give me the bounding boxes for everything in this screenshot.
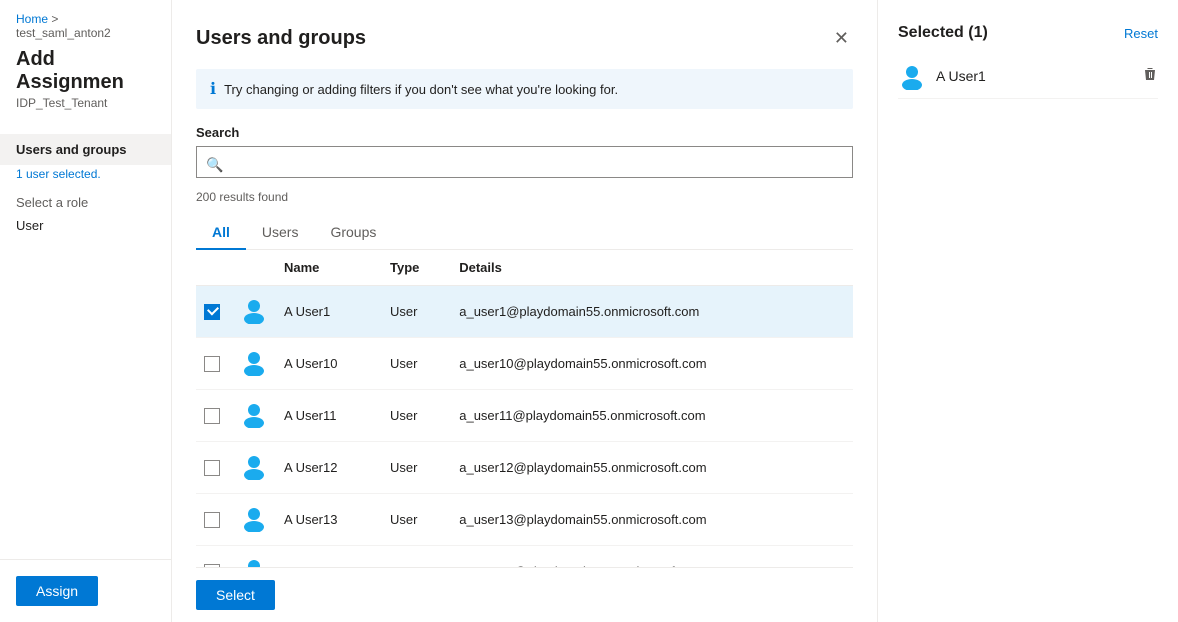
row-checkbox-cell[interactable]: [196, 286, 232, 338]
row-email: a_user11@playdomain55.onmicrosoft.com: [451, 390, 853, 442]
breadcrumb-home[interactable]: Home: [16, 12, 48, 26]
select-button[interactable]: Select: [196, 580, 275, 610]
row-checkbox[interactable]: [204, 408, 220, 424]
col-name: Name: [276, 250, 382, 286]
selected-users-list: A User1: [898, 54, 1158, 99]
trash-icon: [1142, 66, 1158, 82]
selected-title: Selected (1): [898, 24, 988, 42]
row-avatar-cell: [232, 390, 276, 442]
row-name: A User11: [276, 390, 382, 442]
row-email: a_user12@playdomain55.onmicrosoft.com: [451, 442, 853, 494]
modal-main: Users and groups ✕ ℹ Try changing or add…: [172, 0, 878, 622]
row-type: User: [382, 546, 451, 568]
tabs: All Users Groups: [196, 216, 853, 250]
user-avatar-icon: [898, 62, 926, 90]
row-checkbox-cell[interactable]: [196, 442, 232, 494]
row-checkbox[interactable]: [204, 356, 220, 372]
row-checkbox[interactable]: [204, 460, 220, 476]
reset-button[interactable]: Reset: [1124, 26, 1158, 41]
row-name: A User12: [276, 442, 382, 494]
remove-selected-user-button[interactable]: [1142, 66, 1158, 87]
table-row[interactable]: A User14 User a_user14@playdomain55.onmi…: [196, 546, 853, 568]
row-avatar-cell: [232, 494, 276, 546]
row-checkbox[interactable]: [204, 564, 220, 567]
sidebar-item-users-groups[interactable]: Users and groups: [0, 134, 171, 165]
tab-users[interactable]: Users: [246, 216, 315, 250]
row-avatar-cell: [232, 442, 276, 494]
user-avatar-icon: [240, 400, 268, 428]
row-type: User: [382, 442, 451, 494]
modal-title: Users and groups: [196, 27, 366, 50]
user-avatar-icon: [240, 452, 268, 480]
row-type: User: [382, 286, 451, 338]
col-checkbox: [196, 250, 232, 286]
tab-all[interactable]: All: [196, 216, 246, 250]
row-checkbox-cell[interactable]: [196, 494, 232, 546]
row-checkbox[interactable]: [204, 512, 220, 528]
user-avatar-icon: [240, 504, 268, 532]
user-avatar-icon: [240, 296, 268, 324]
breadcrumb-separator: >: [51, 12, 58, 26]
row-name: A User1: [276, 286, 382, 338]
row-name: A User10: [276, 338, 382, 390]
row-checkbox[interactable]: [204, 304, 220, 320]
breadcrumb: Home > test_saml_anton2: [0, 0, 171, 44]
row-checkbox-cell[interactable]: [196, 546, 232, 568]
close-button[interactable]: ✕: [830, 24, 853, 53]
search-label: Search: [196, 125, 853, 140]
user-avatar-icon: [240, 348, 268, 376]
row-email: a_user1@playdomain55.onmicrosoft.com: [451, 286, 853, 338]
left-footer: Assign: [0, 559, 171, 622]
row-checkbox-cell[interactable]: [196, 390, 232, 442]
left-panel: Home > test_saml_anton2 Add Assignmen ID…: [0, 0, 172, 622]
breadcrumb-app: test_saml_anton2: [16, 26, 111, 40]
row-avatar-cell: [232, 338, 276, 390]
table-row[interactable]: A User1 User a_user1@playdomain55.onmicr…: [196, 286, 853, 338]
row-type: User: [382, 390, 451, 442]
info-text: Try changing or adding filters if you do…: [224, 82, 618, 97]
search-wrapper: 🔍: [196, 146, 853, 184]
row-name: A User13: [276, 494, 382, 546]
row-avatar-cell: [232, 286, 276, 338]
modal-container: Users and groups ✕ ℹ Try changing or add…: [172, 0, 1178, 622]
page-title: Add Assignmen: [0, 44, 171, 96]
table-row[interactable]: A User11 User a_user11@playdomain55.onmi…: [196, 390, 853, 442]
selected-user-row: A User1: [898, 54, 1158, 99]
table-row[interactable]: A User13 User a_user13@playdomain55.onmi…: [196, 494, 853, 546]
modal-header: Users and groups ✕: [196, 24, 853, 53]
nav-section: Users and groups 1 user selected. Select…: [0, 126, 171, 559]
selected-user-name: A User1: [936, 68, 1132, 84]
table-row[interactable]: A User10 User a_user10@playdomain55.onmi…: [196, 338, 853, 390]
row-avatar-cell: [232, 546, 276, 568]
row-name: A User14: [276, 546, 382, 568]
users-selected-count: 1 user selected.: [0, 165, 171, 189]
tab-groups[interactable]: Groups: [314, 216, 392, 250]
info-icon: ℹ: [210, 79, 216, 99]
search-input[interactable]: [196, 146, 853, 178]
row-email: a_user13@playdomain55.onmicrosoft.com: [451, 494, 853, 546]
selected-header: Selected (1) Reset: [898, 24, 1158, 42]
assign-button[interactable]: Assign: [16, 576, 98, 606]
user-avatar-icon: [240, 556, 268, 567]
modal-footer: Select: [196, 567, 853, 622]
row-email: a_user10@playdomain55.onmicrosoft.com: [451, 338, 853, 390]
role-value: User: [0, 216, 171, 241]
results-count: 200 results found: [196, 190, 853, 204]
row-type: User: [382, 494, 451, 546]
col-details: Details: [451, 250, 853, 286]
col-type: Type: [382, 250, 451, 286]
row-checkbox-cell[interactable]: [196, 338, 232, 390]
row-type: User: [382, 338, 451, 390]
col-avatar: [232, 250, 276, 286]
tenant-name: IDP_Test_Tenant: [0, 96, 171, 126]
row-email: a_user14@playdomain55.onmicrosoft.com: [451, 546, 853, 568]
users-table: Name Type Details A User1 User a_user1@p…: [196, 250, 853, 567]
table-area: Name Type Details A User1 User a_user1@p…: [196, 250, 853, 567]
table-row[interactable]: A User12 User a_user12@playdomain55.onmi…: [196, 442, 853, 494]
right-panel: Selected (1) Reset A User1: [878, 0, 1178, 622]
info-bar: ℹ Try changing or adding filters if you …: [196, 69, 853, 109]
sidebar-item-select-role[interactable]: Select a role: [0, 189, 171, 216]
